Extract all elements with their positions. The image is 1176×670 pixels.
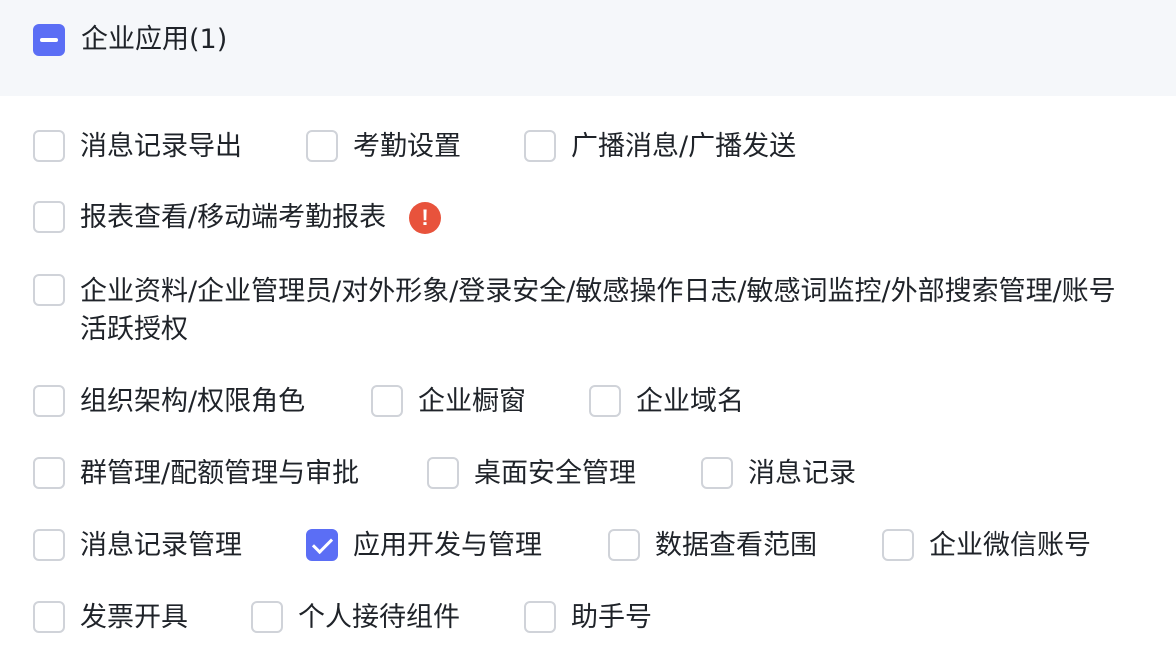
- permission-checkbox[interactable]: [524, 130, 556, 162]
- permission-checkbox[interactable]: [33, 274, 65, 306]
- permission-label: 组织架构/权限角色: [80, 386, 306, 417]
- permission-checkbox[interactable]: [33, 529, 65, 561]
- permission-label: 报表查看/移动端考勤报表: [80, 202, 387, 233]
- permission-checkbox[interactable]: [251, 601, 283, 633]
- permission-label: 应用开发与管理: [353, 530, 542, 561]
- permission-checkbox[interactable]: [33, 130, 65, 162]
- permission-checkbox-checked[interactable]: [306, 529, 338, 561]
- permission-label: 考勤设置: [353, 131, 461, 162]
- permission-checkbox[interactable]: [589, 385, 621, 417]
- warning-icon[interactable]: !: [409, 202, 441, 234]
- permission-checkbox[interactable]: [306, 130, 338, 162]
- permission-label: 个人接待组件: [298, 602, 460, 633]
- permission-label: 广播消息/广播发送: [571, 131, 797, 162]
- group-header: 企业应用(1): [0, 0, 1176, 96]
- permission-checkbox[interactable]: [524, 601, 556, 633]
- permission-checkbox[interactable]: [882, 529, 914, 561]
- permission-checkbox[interactable]: [33, 457, 65, 489]
- permission-label: 桌面安全管理: [474, 458, 636, 489]
- permission-label: 消息记录管理: [80, 530, 242, 561]
- permission-checkbox[interactable]: [427, 457, 459, 489]
- permission-label: 消息记录导出: [80, 131, 242, 162]
- permission-label: 企业微信账号: [929, 530, 1091, 561]
- permission-checkbox[interactable]: [33, 601, 65, 633]
- permission-checkbox[interactable]: [371, 385, 403, 417]
- permission-label: 企业域名: [636, 386, 744, 417]
- permission-checkbox[interactable]: [608, 529, 640, 561]
- permission-label: 企业资料/企业管理员/对外形象/登录安全/敏感操作日志/敏感词监控/外部搜索管理…: [80, 276, 1116, 345]
- permission-label: 群管理/配额管理与审批: [80, 458, 360, 489]
- permission-label: 企业橱窗: [418, 386, 526, 417]
- group-title: 企业应用(1): [81, 24, 228, 55]
- permission-checkbox[interactable]: [33, 201, 65, 233]
- group-select-all-checkbox[interactable]: [33, 24, 65, 56]
- permission-label: 消息记录: [748, 458, 856, 489]
- permission-label: 助手号: [571, 602, 652, 633]
- permission-label: 数据查看范围: [655, 530, 817, 561]
- permission-label: 发票开具: [80, 602, 188, 633]
- permission-checkbox[interactable]: [701, 457, 733, 489]
- permission-checkbox[interactable]: [33, 385, 65, 417]
